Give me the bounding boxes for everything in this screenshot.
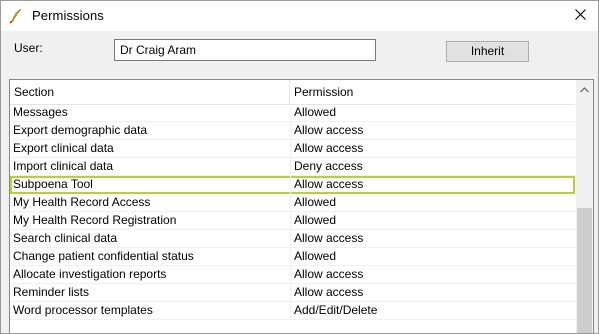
section-cell: Search clinical data: [13, 231, 118, 245]
section-cell: Word processor templates: [13, 303, 153, 317]
grid-rows: Messages Allowed Export demographic data A…: [10, 104, 575, 320]
table-row[interactable]: Change patient confidential status Allowe…: [10, 248, 575, 266]
table-row[interactable]: Word processor templates Add/Edit/Delete: [10, 302, 575, 320]
close-icon: [574, 9, 586, 23]
permissions-dialog: Permissions User: Dr Craig Aram Inherit …: [0, 0, 599, 334]
table-row-selected[interactable]: Subpoena Tool Allow access: [10, 176, 575, 194]
section-cell: Import clinical data: [13, 159, 114, 173]
permission-cell[interactable]: Allow access: [294, 140, 572, 158]
permissions-grid[interactable]: Section Permission Messages Allowed Expor…: [9, 79, 594, 333]
quill-pen-icon: [9, 8, 23, 24]
table-row[interactable]: Export clinical data Allow access: [10, 140, 575, 158]
permission-cell[interactable]: Allow access: [294, 266, 572, 284]
table-row[interactable]: Import clinical data Deny access: [10, 158, 575, 176]
column-header-section[interactable]: Section: [10, 80, 290, 104]
table-row[interactable]: Export demographic data Allow access: [10, 122, 575, 140]
permission-cell[interactable]: Allowed: [294, 248, 572, 266]
permission-cell[interactable]: Add/Edit/Delete: [294, 302, 572, 320]
permission-cell[interactable]: Allow access: [294, 176, 572, 194]
table-row[interactable]: Messages Allowed: [10, 104, 575, 122]
grid-header: Section Permission: [10, 80, 575, 105]
permission-cell[interactable]: Allowed: [294, 212, 572, 230]
table-row[interactable]: Reminder lists Allow access: [10, 284, 575, 302]
section-cell: Allocate investigation reports: [13, 267, 167, 281]
user-label: User:: [14, 41, 43, 55]
section-cell: My Health Record Access: [13, 195, 151, 209]
permission-cell[interactable]: Allowed: [294, 194, 572, 212]
permission-cell[interactable]: Allow access: [294, 122, 572, 140]
title-bar: Permissions: [1, 1, 598, 31]
table-row[interactable]: Allocate investigation reports Allow acce…: [10, 266, 575, 284]
table-row[interactable]: My Health Record Registration Allowed: [10, 212, 575, 230]
user-field[interactable]: Dr Craig Aram: [114, 39, 376, 61]
column-header-permission[interactable]: Permission: [290, 80, 575, 104]
section-cell: Reminder lists: [13, 285, 90, 299]
vertical-scrollbar[interactable]: [576, 80, 593, 333]
permission-cell[interactable]: Allow access: [294, 284, 572, 302]
section-cell: Change patient confidential status: [13, 249, 194, 263]
table-row[interactable]: My Health Record Access Allowed: [10, 194, 575, 212]
close-button[interactable]: [562, 1, 598, 31]
window-title: Permissions: [32, 8, 104, 23]
scroll-up-button[interactable]: [576, 80, 593, 97]
section-cell: My Health Record Registration: [13, 213, 177, 227]
permission-cell[interactable]: Allow access: [294, 230, 572, 248]
section-cell: Export clinical data: [13, 141, 114, 155]
inherit-button[interactable]: Inherit: [446, 41, 529, 62]
chevron-up-icon: [580, 82, 589, 96]
permission-cell[interactable]: Deny access: [294, 158, 572, 176]
section-cell: Subpoena Tool: [13, 177, 93, 191]
scrollbar-thumb[interactable]: [577, 208, 592, 333]
permission-cell[interactable]: Allowed: [294, 104, 572, 122]
section-cell: Messages: [13, 105, 68, 119]
section-cell: Export demographic data: [13, 123, 148, 137]
table-row[interactable]: Search clinical data Allow access: [10, 230, 575, 248]
